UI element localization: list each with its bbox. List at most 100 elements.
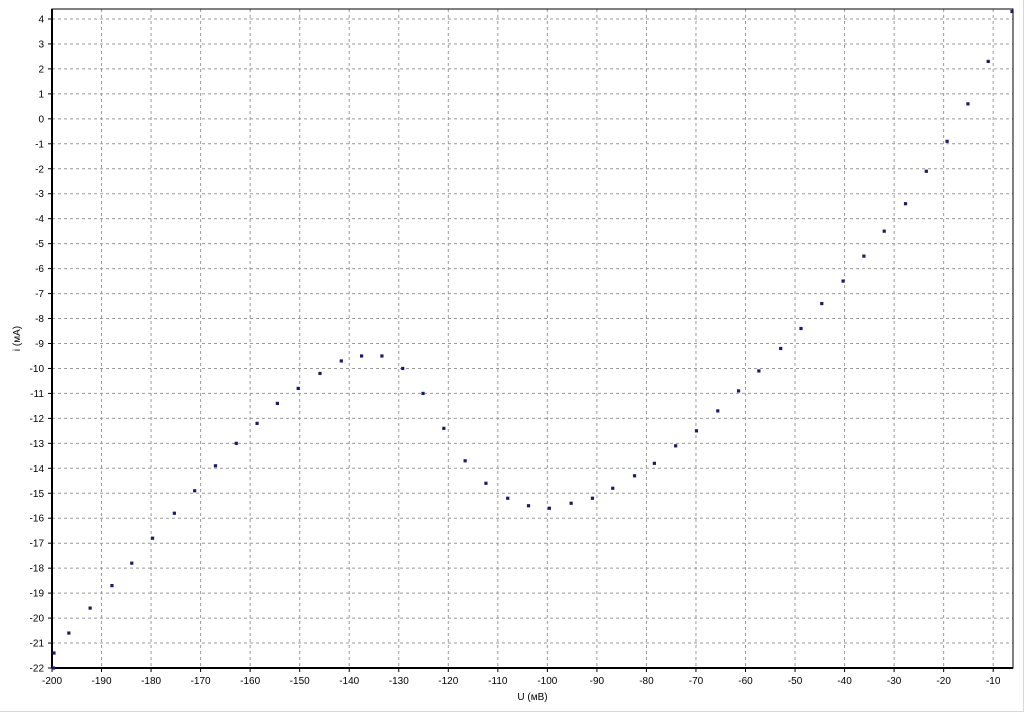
axis-layer	[48, 8, 1014, 672]
y-tick-label: 4	[38, 14, 44, 25]
y-tick-label: -9	[35, 339, 44, 350]
y-tick-label: -10	[30, 364, 45, 375]
data-point	[862, 254, 866, 258]
x-tick-label: -120	[438, 676, 458, 687]
data-point	[360, 354, 364, 358]
y-tick-label: 2	[38, 64, 44, 75]
x-tick-label: -60	[738, 676, 753, 687]
data-point	[255, 421, 259, 425]
y-tick-label: -12	[30, 414, 45, 425]
data-point	[234, 441, 238, 445]
grid-layer	[51, 9, 1013, 669]
x-tick-label: -70	[689, 676, 704, 687]
data-point	[547, 506, 551, 510]
data-point	[945, 139, 949, 143]
data-point	[88, 606, 92, 610]
x-tick-label: -50	[788, 676, 803, 687]
data-point	[779, 346, 783, 351]
data-point	[275, 401, 279, 406]
data-point	[632, 474, 637, 478]
data-point	[674, 444, 678, 448]
data-point	[401, 366, 405, 371]
data-point	[569, 501, 573, 505]
x-tick-label: -140	[339, 676, 359, 687]
y-tick-label: -22	[30, 664, 45, 675]
data-points	[51, 9, 1014, 670]
y-tick-label: -17	[30, 539, 45, 550]
data-point	[130, 561, 134, 565]
y-tick-label: -19	[30, 589, 45, 600]
y-tick-label: 1	[38, 89, 44, 100]
tick-labels: -200 -190 -180 -17 0 -160 -150 -140 -130 -120 -110…	[30, 14, 1001, 687]
data-point	[484, 481, 488, 485]
data-point	[67, 631, 71, 635]
data-point	[694, 429, 699, 433]
data-point	[590, 496, 595, 500]
data-point	[924, 169, 928, 173]
data-point	[463, 459, 467, 463]
data-point	[110, 584, 114, 588]
x-tick-label: -20	[936, 676, 951, 687]
y-tick-label: -7	[35, 289, 44, 300]
data-point	[506, 496, 510, 500]
data-point	[193, 489, 197, 493]
data-point	[1010, 9, 1014, 14]
x-tick-label: -10	[986, 676, 1001, 687]
data-point	[442, 426, 446, 430]
y-tick-label: -14	[30, 464, 45, 475]
y-tick-label: -21	[30, 639, 45, 650]
y-tick-label: -8	[35, 314, 44, 325]
data-point	[172, 511, 176, 515]
data-point	[799, 326, 803, 331]
x-tick-label: -90	[590, 676, 605, 687]
x-tick-label: -180	[141, 676, 161, 687]
y-tick-label: -5	[35, 239, 44, 250]
data-point	[652, 461, 656, 465]
chart-frame: -200 -190 -180 -17 0 -160 -150 -140 -130 -120 -110…	[0, 0, 1024, 712]
data-point	[716, 409, 720, 413]
x-axis-label: U (мВ)	[517, 692, 547, 703]
data-point	[820, 301, 824, 306]
plot-border	[51, 8, 1014, 669]
x-tick-label: -190	[92, 676, 112, 687]
data-point	[296, 386, 300, 391]
y-tick-label: -18	[30, 564, 45, 575]
x-tick-label: -100	[537, 676, 557, 687]
x-tick-label: -150	[290, 676, 310, 687]
data-point	[611, 486, 615, 490]
data-point	[213, 464, 218, 468]
y-tick-label: -16	[30, 514, 45, 525]
y-tick-label: 0	[38, 114, 44, 125]
data-point	[318, 371, 322, 376]
data-point	[526, 504, 531, 508]
x-tick-label: -30	[887, 676, 902, 687]
x-tick-label: -130	[389, 676, 409, 687]
data-point	[339, 359, 343, 363]
y-tick-label: -6	[35, 264, 44, 275]
data-point	[421, 391, 425, 396]
data-point	[903, 202, 908, 206]
y-tick-label: -11	[30, 389, 44, 400]
y-tick-label: -3	[35, 189, 44, 200]
y-tick-label: -20	[30, 614, 45, 625]
y-tick-label: -15	[30, 489, 45, 500]
data-point	[882, 229, 886, 233]
scatter-chart: -200 -190 -180 -17 0 -160 -150 -140 -130 -120 -110…	[12, 8, 1014, 703]
data-point	[757, 369, 761, 373]
y-tick-label: -2	[35, 164, 44, 175]
y-tick-label: 3	[38, 39, 44, 50]
x-tick-label: -80	[639, 676, 654, 687]
data-point	[150, 536, 155, 540]
data-point	[966, 102, 970, 106]
y-axis-label: i (мА)	[12, 326, 23, 351]
y-tick-label: -13	[30, 439, 45, 450]
data-point	[736, 389, 741, 393]
x-tick-label: -200	[42, 676, 62, 687]
data-point	[51, 666, 56, 670]
y-tick-label: -1	[35, 139, 44, 150]
x-tick-label: -110	[488, 676, 508, 687]
data-point	[52, 651, 56, 655]
x-tick-label: -160	[240, 676, 260, 687]
data-point	[986, 59, 990, 64]
x-tick-label: -40	[837, 676, 852, 687]
